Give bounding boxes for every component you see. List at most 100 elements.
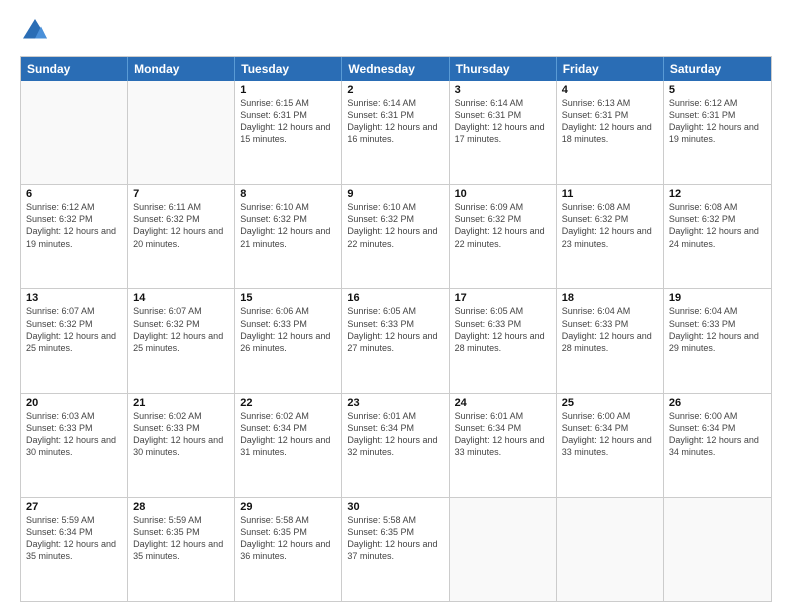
- calendar-row-3: 20Sunrise: 6:03 AM Sunset: 6:33 PM Dayli…: [21, 393, 771, 497]
- day-info: Sunrise: 6:02 AM Sunset: 6:33 PM Dayligh…: [133, 410, 229, 459]
- calendar-cell-empty-4-4: [450, 498, 557, 601]
- calendar-cell-15: 15Sunrise: 6:06 AM Sunset: 6:33 PM Dayli…: [235, 289, 342, 392]
- calendar-cell-21: 21Sunrise: 6:02 AM Sunset: 6:33 PM Dayli…: [128, 394, 235, 497]
- calendar-cell-11: 11Sunrise: 6:08 AM Sunset: 6:32 PM Dayli…: [557, 185, 664, 288]
- calendar-cell-empty-4-6: [664, 498, 771, 601]
- calendar-cell-4: 4Sunrise: 6:13 AM Sunset: 6:31 PM Daylig…: [557, 81, 664, 184]
- day-number: 17: [455, 292, 551, 304]
- day-info: Sunrise: 6:13 AM Sunset: 6:31 PM Dayligh…: [562, 97, 658, 146]
- calendar-cell-25: 25Sunrise: 6:00 AM Sunset: 6:34 PM Dayli…: [557, 394, 664, 497]
- day-info: Sunrise: 5:58 AM Sunset: 6:35 PM Dayligh…: [240, 514, 336, 563]
- day-info: Sunrise: 6:04 AM Sunset: 6:33 PM Dayligh…: [562, 305, 658, 354]
- calendar-cell-19: 19Sunrise: 6:04 AM Sunset: 6:33 PM Dayli…: [664, 289, 771, 392]
- calendar-cell-10: 10Sunrise: 6:09 AM Sunset: 6:32 PM Dayli…: [450, 185, 557, 288]
- day-number: 21: [133, 397, 229, 409]
- day-info: Sunrise: 5:59 AM Sunset: 6:35 PM Dayligh…: [133, 514, 229, 563]
- day-info: Sunrise: 6:09 AM Sunset: 6:32 PM Dayligh…: [455, 201, 551, 250]
- day-info: Sunrise: 6:10 AM Sunset: 6:32 PM Dayligh…: [347, 201, 443, 250]
- day-number: 11: [562, 188, 658, 200]
- day-number: 22: [240, 397, 336, 409]
- day-number: 29: [240, 501, 336, 513]
- header-day-tuesday: Tuesday: [235, 57, 342, 81]
- logo-icon: [20, 16, 50, 46]
- day-number: 15: [240, 292, 336, 304]
- day-number: 18: [562, 292, 658, 304]
- header-day-friday: Friday: [557, 57, 664, 81]
- header-day-wednesday: Wednesday: [342, 57, 449, 81]
- day-info: Sunrise: 6:11 AM Sunset: 6:32 PM Dayligh…: [133, 201, 229, 250]
- calendar-cell-18: 18Sunrise: 6:04 AM Sunset: 6:33 PM Dayli…: [557, 289, 664, 392]
- day-info: Sunrise: 6:10 AM Sunset: 6:32 PM Dayligh…: [240, 201, 336, 250]
- calendar-cell-13: 13Sunrise: 6:07 AM Sunset: 6:32 PM Dayli…: [21, 289, 128, 392]
- day-info: Sunrise: 6:07 AM Sunset: 6:32 PM Dayligh…: [26, 305, 122, 354]
- day-info: Sunrise: 6:01 AM Sunset: 6:34 PM Dayligh…: [347, 410, 443, 459]
- day-number: 1: [240, 84, 336, 96]
- calendar-cell-30: 30Sunrise: 5:58 AM Sunset: 6:35 PM Dayli…: [342, 498, 449, 601]
- day-number: 7: [133, 188, 229, 200]
- calendar-cell-empty-0-1: [128, 81, 235, 184]
- day-info: Sunrise: 6:02 AM Sunset: 6:34 PM Dayligh…: [240, 410, 336, 459]
- calendar-cell-7: 7Sunrise: 6:11 AM Sunset: 6:32 PM Daylig…: [128, 185, 235, 288]
- calendar-header: SundayMondayTuesdayWednesdayThursdayFrid…: [21, 57, 771, 81]
- day-info: Sunrise: 6:08 AM Sunset: 6:32 PM Dayligh…: [669, 201, 766, 250]
- calendar-row-0: 1Sunrise: 6:15 AM Sunset: 6:31 PM Daylig…: [21, 81, 771, 184]
- day-number: 6: [26, 188, 122, 200]
- day-info: Sunrise: 5:58 AM Sunset: 6:35 PM Dayligh…: [347, 514, 443, 563]
- day-info: Sunrise: 6:07 AM Sunset: 6:32 PM Dayligh…: [133, 305, 229, 354]
- day-number: 14: [133, 292, 229, 304]
- calendar-cell-20: 20Sunrise: 6:03 AM Sunset: 6:33 PM Dayli…: [21, 394, 128, 497]
- day-number: 27: [26, 501, 122, 513]
- calendar-cell-empty-4-5: [557, 498, 664, 601]
- day-info: Sunrise: 6:01 AM Sunset: 6:34 PM Dayligh…: [455, 410, 551, 459]
- day-number: 19: [669, 292, 766, 304]
- day-info: Sunrise: 6:05 AM Sunset: 6:33 PM Dayligh…: [455, 305, 551, 354]
- day-info: Sunrise: 6:14 AM Sunset: 6:31 PM Dayligh…: [455, 97, 551, 146]
- day-number: 24: [455, 397, 551, 409]
- day-number: 8: [240, 188, 336, 200]
- day-number: 25: [562, 397, 658, 409]
- day-info: Sunrise: 6:03 AM Sunset: 6:33 PM Dayligh…: [26, 410, 122, 459]
- header: [20, 16, 772, 46]
- day-number: 13: [26, 292, 122, 304]
- calendar-cell-empty-0-0: [21, 81, 128, 184]
- calendar-cell-28: 28Sunrise: 5:59 AM Sunset: 6:35 PM Dayli…: [128, 498, 235, 601]
- header-day-thursday: Thursday: [450, 57, 557, 81]
- calendar-cell-12: 12Sunrise: 6:08 AM Sunset: 6:32 PM Dayli…: [664, 185, 771, 288]
- calendar-row-4: 27Sunrise: 5:59 AM Sunset: 6:34 PM Dayli…: [21, 497, 771, 601]
- day-number: 26: [669, 397, 766, 409]
- calendar-cell-2: 2Sunrise: 6:14 AM Sunset: 6:31 PM Daylig…: [342, 81, 449, 184]
- header-day-sunday: Sunday: [21, 57, 128, 81]
- calendar-body: 1Sunrise: 6:15 AM Sunset: 6:31 PM Daylig…: [21, 81, 771, 601]
- day-info: Sunrise: 6:06 AM Sunset: 6:33 PM Dayligh…: [240, 305, 336, 354]
- day-number: 28: [133, 501, 229, 513]
- day-number: 9: [347, 188, 443, 200]
- calendar-cell-27: 27Sunrise: 5:59 AM Sunset: 6:34 PM Dayli…: [21, 498, 128, 601]
- day-number: 3: [455, 84, 551, 96]
- calendar-cell-6: 6Sunrise: 6:12 AM Sunset: 6:32 PM Daylig…: [21, 185, 128, 288]
- calendar-cell-22: 22Sunrise: 6:02 AM Sunset: 6:34 PM Dayli…: [235, 394, 342, 497]
- day-info: Sunrise: 6:04 AM Sunset: 6:33 PM Dayligh…: [669, 305, 766, 354]
- day-number: 2: [347, 84, 443, 96]
- day-number: 5: [669, 84, 766, 96]
- calendar-row-1: 6Sunrise: 6:12 AM Sunset: 6:32 PM Daylig…: [21, 184, 771, 288]
- calendar-cell-29: 29Sunrise: 5:58 AM Sunset: 6:35 PM Dayli…: [235, 498, 342, 601]
- logo: [20, 16, 54, 46]
- header-day-monday: Monday: [128, 57, 235, 81]
- day-info: Sunrise: 6:00 AM Sunset: 6:34 PM Dayligh…: [669, 410, 766, 459]
- day-number: 16: [347, 292, 443, 304]
- calendar-cell-1: 1Sunrise: 6:15 AM Sunset: 6:31 PM Daylig…: [235, 81, 342, 184]
- day-info: Sunrise: 6:00 AM Sunset: 6:34 PM Dayligh…: [562, 410, 658, 459]
- day-info: Sunrise: 6:15 AM Sunset: 6:31 PM Dayligh…: [240, 97, 336, 146]
- calendar-cell-26: 26Sunrise: 6:00 AM Sunset: 6:34 PM Dayli…: [664, 394, 771, 497]
- calendar: SundayMondayTuesdayWednesdayThursdayFrid…: [20, 56, 772, 602]
- day-number: 20: [26, 397, 122, 409]
- calendar-cell-24: 24Sunrise: 6:01 AM Sunset: 6:34 PM Dayli…: [450, 394, 557, 497]
- day-number: 10: [455, 188, 551, 200]
- day-info: Sunrise: 6:14 AM Sunset: 6:31 PM Dayligh…: [347, 97, 443, 146]
- day-info: Sunrise: 6:12 AM Sunset: 6:32 PM Dayligh…: [26, 201, 122, 250]
- day-info: Sunrise: 6:08 AM Sunset: 6:32 PM Dayligh…: [562, 201, 658, 250]
- calendar-cell-9: 9Sunrise: 6:10 AM Sunset: 6:32 PM Daylig…: [342, 185, 449, 288]
- day-number: 23: [347, 397, 443, 409]
- calendar-cell-14: 14Sunrise: 6:07 AM Sunset: 6:32 PM Dayli…: [128, 289, 235, 392]
- calendar-cell-5: 5Sunrise: 6:12 AM Sunset: 6:31 PM Daylig…: [664, 81, 771, 184]
